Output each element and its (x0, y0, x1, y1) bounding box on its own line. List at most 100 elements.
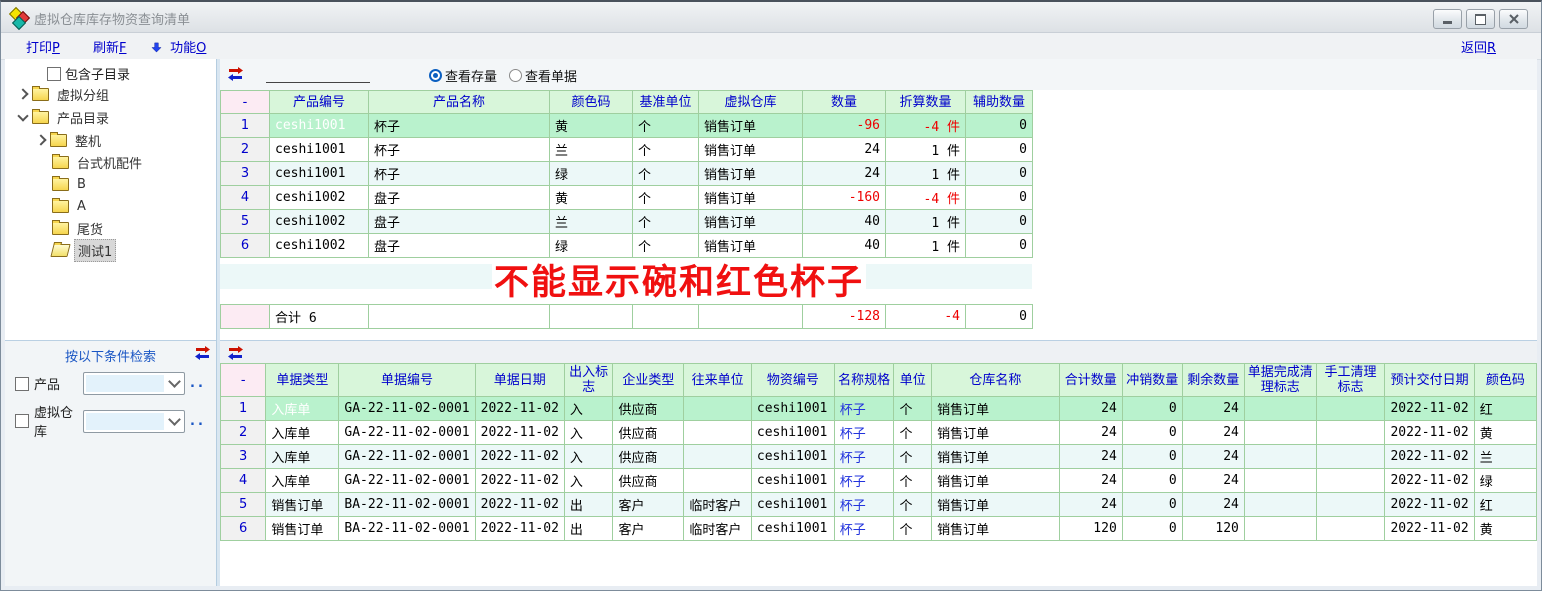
cell[interactable]: 杯子 (834, 517, 894, 541)
back-button[interactable]: 返回R (1461, 37, 1496, 56)
cell[interactable]: 入库单 (266, 469, 339, 493)
cell[interactable] (684, 397, 752, 421)
cell[interactable]: 兰 (550, 138, 633, 162)
chevron-right-icon[interactable] (35, 134, 46, 145)
cell[interactable] (1316, 493, 1385, 517)
cell[interactable]: BA-22-11-02-0001 (339, 493, 475, 517)
column-header[interactable]: 颜色码 (550, 91, 633, 114)
cell[interactable]: 销售订单 (932, 397, 1060, 421)
cell[interactable] (684, 445, 752, 469)
cell[interactable]: GA-22-11-02-0001 (339, 397, 475, 421)
cell[interactable]: 2022-11-02 (1385, 445, 1474, 469)
cell[interactable]: 24 (1182, 445, 1244, 469)
cell[interactable]: 0 (966, 162, 1033, 186)
cell[interactable]: 个 (633, 186, 699, 210)
column-header[interactable]: 冲销数量 (1122, 364, 1182, 397)
cell[interactable]: -128 (803, 305, 886, 329)
column-header[interactable]: 虚拟仓库 (699, 91, 803, 114)
column-header[interactable]: 往来单位 (684, 364, 752, 397)
column-header[interactable]: 预计交付日期 (1385, 364, 1474, 397)
cell[interactable]: 兰 (1474, 445, 1536, 469)
tree-item-tail-goods[interactable]: 尾货 (37, 217, 106, 239)
row-number[interactable]: 5 (221, 210, 270, 234)
cell[interactable]: 2022-11-02 (475, 421, 564, 445)
cell[interactable]: ceshi1001 (751, 493, 834, 517)
cell[interactable]: 销售订单 (932, 517, 1060, 541)
cell[interactable]: 入库单 (266, 445, 339, 469)
cell[interactable]: 24 (803, 138, 886, 162)
cell[interactable] (1316, 397, 1385, 421)
cell[interactable]: GA-22-11-02-0001 (339, 469, 475, 493)
cell[interactable]: 2022-11-02 (1385, 517, 1474, 541)
cell[interactable]: 盘子 (369, 234, 550, 258)
cell[interactable]: 2022-11-02 (1385, 493, 1474, 517)
cell[interactable]: 黄 (1474, 421, 1536, 445)
column-header[interactable]: 剩余数量 (1182, 364, 1244, 397)
column-header[interactable]: 仓库名称 (932, 364, 1060, 397)
cell[interactable]: -4 件 (886, 186, 966, 210)
cell[interactable]: 销售订单 (699, 210, 803, 234)
column-header[interactable]: 单据类型 (266, 364, 339, 397)
cell[interactable]: 杯子 (369, 114, 550, 138)
cell[interactable]: 盘子 (369, 186, 550, 210)
cell[interactable]: ceshi1001 (751, 469, 834, 493)
row-number[interactable]: 4 (221, 469, 266, 493)
cell[interactable]: 客户 (613, 517, 684, 541)
cell[interactable]: 临时客户 (684, 493, 752, 517)
cell[interactable] (1316, 421, 1385, 445)
cell[interactable]: 40 (803, 234, 886, 258)
cell[interactable] (684, 469, 752, 493)
cell[interactable]: 销售订单 (266, 493, 339, 517)
cell[interactable]: 供应商 (613, 445, 684, 469)
column-header[interactable]: 辅助数量 (966, 91, 1033, 114)
cell[interactable]: 0 (1122, 445, 1182, 469)
cell[interactable]: -96 (803, 114, 886, 138)
cell[interactable]: 盘子 (369, 210, 550, 234)
include-subdirectory-option[interactable]: 包含子目录 (47, 64, 130, 83)
cell[interactable]: 杯子 (834, 397, 894, 421)
table-row[interactable]: 2入库单GA-22-11-02-00012022-11-02入供应商ceshi1… (221, 421, 1537, 445)
chevron-down-icon[interactable] (17, 110, 28, 121)
cell[interactable]: ceshi1001 (751, 397, 834, 421)
cell[interactable]: 入 (564, 421, 613, 445)
column-header[interactable]: 基准单位 (633, 91, 699, 114)
cell[interactable]: 2022-11-02 (475, 445, 564, 469)
tree-item-whole-machine[interactable]: 整机 (37, 129, 104, 151)
cell[interactable]: BA-22-11-02-0001 (339, 517, 475, 541)
cell[interactable]: 销售订单 (699, 186, 803, 210)
cell[interactable]: 1 件 (886, 162, 966, 186)
cell[interactable]: 个 (894, 397, 932, 421)
column-header[interactable]: 颜色码 (1474, 364, 1536, 397)
table-row[interactable]: 6销售订单BA-22-11-02-00012022-11-02出客户临时客户ce… (221, 517, 1537, 541)
cell[interactable]: 24 (1059, 421, 1122, 445)
column-header[interactable]: 物资编号 (751, 364, 834, 397)
cell[interactable]: 120 (1182, 517, 1244, 541)
print-button[interactable]: 打印P (26, 37, 60, 56)
cell[interactable]: 0 (966, 234, 1033, 258)
cell[interactable]: 个 (633, 114, 699, 138)
cell[interactable]: -160 (803, 186, 886, 210)
cell[interactable] (550, 305, 633, 329)
radio-unselected-icon[interactable] (509, 69, 522, 82)
row-number[interactable]: 2 (221, 138, 270, 162)
cell[interactable]: 绿 (550, 234, 633, 258)
cell[interactable]: 24 (1182, 421, 1244, 445)
cell[interactable] (633, 305, 699, 329)
cell[interactable]: 个 (894, 493, 932, 517)
tree-item-virtual-group[interactable]: 虚拟分组 (19, 83, 112, 105)
warehouse-browse-button[interactable]: .. (190, 414, 206, 429)
warehouse-filter-dropdown[interactable] (83, 410, 185, 433)
cell[interactable]: 0 (966, 305, 1033, 329)
cell[interactable]: 入 (564, 397, 613, 421)
cell[interactable]: ceshi1002 (270, 234, 369, 258)
cell[interactable]: 入库单 (266, 421, 339, 445)
cell[interactable] (1244, 445, 1316, 469)
row-number[interactable]: 6 (221, 234, 270, 258)
cell[interactable]: 个 (894, 517, 932, 541)
cell[interactable]: 0 (1122, 421, 1182, 445)
table-row[interactable]: 1入库单GA-22-11-02-00012022-11-02入供应商ceshi1… (221, 397, 1537, 421)
cell[interactable]: 销售订单 (266, 517, 339, 541)
cell[interactable]: 出 (564, 493, 613, 517)
cell[interactable]: 供应商 (613, 421, 684, 445)
cell[interactable]: 2022-11-02 (475, 493, 564, 517)
